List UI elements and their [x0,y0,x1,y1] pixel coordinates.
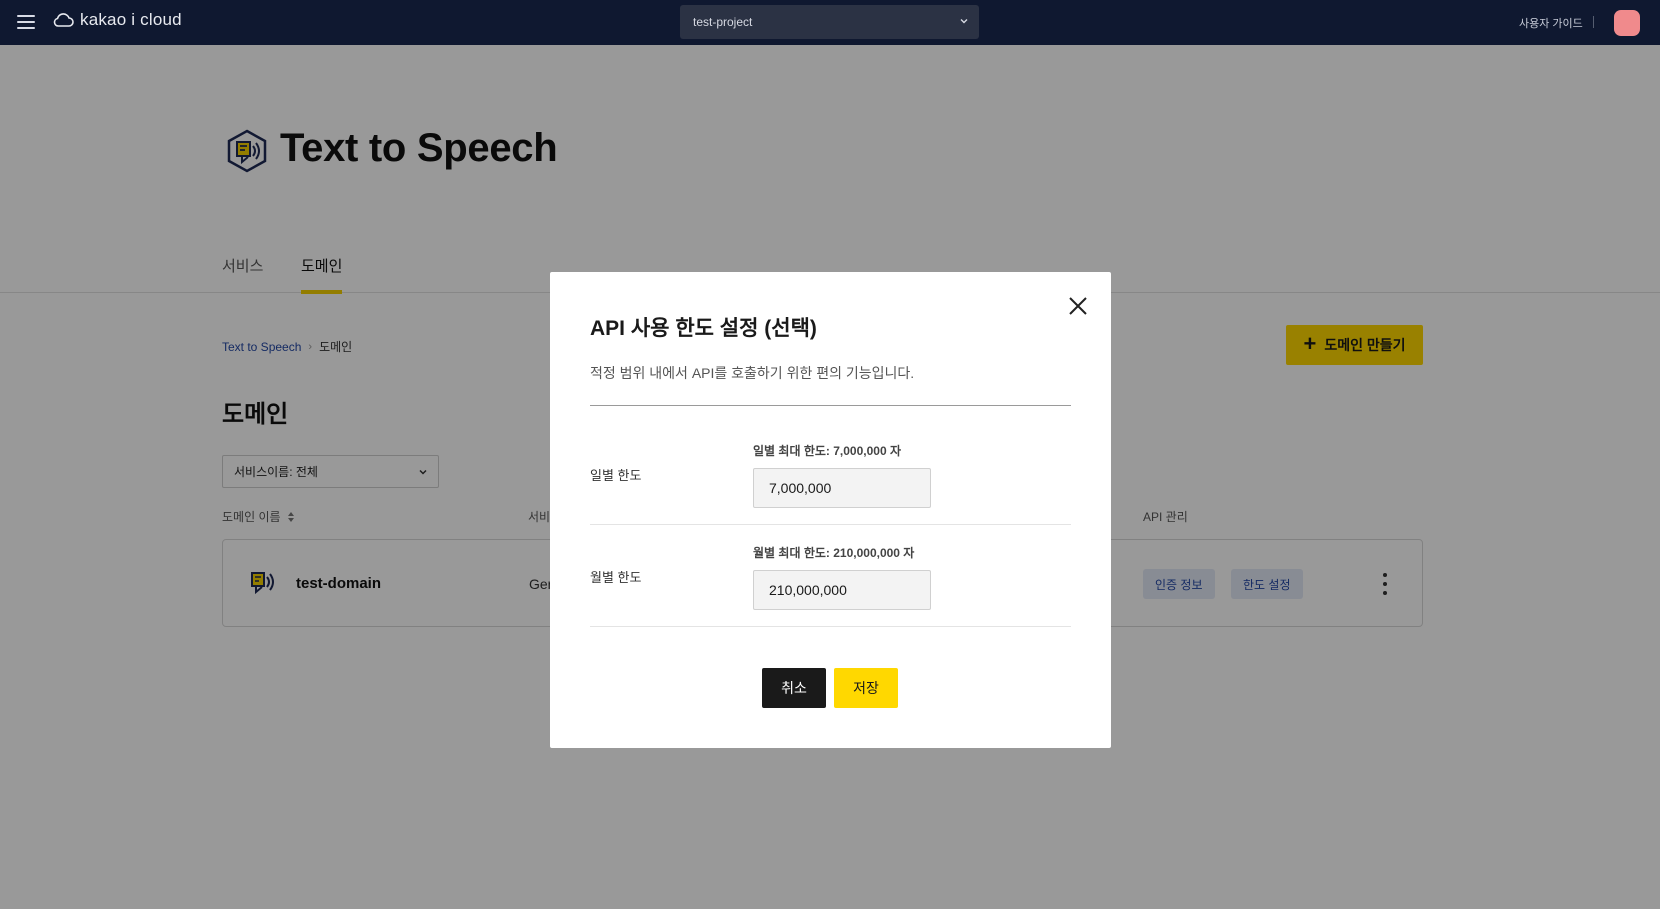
save-button[interactable]: 저장 [834,668,898,708]
modal-description: 적정 범위 내에서 API를 호출하기 위한 편의 기능입니다. [590,365,915,381]
menu-icon[interactable] [17,13,35,31]
modal-title: API 사용 한도 설정 (선택) [590,317,817,340]
topbar-divider [1593,16,1594,28]
daily-limit-hint: 일별 최대 한도: 7,000,000 자 [753,444,901,458]
chevron-down-icon [960,19,968,24]
monthly-limit-label: 월별 한도 [590,570,642,585]
daily-limit-input[interactable] [753,468,931,508]
user-guide-link[interactable]: 사용자 가이드 [1519,15,1583,31]
api-limit-modal: API 사용 한도 설정 (선택) 적정 범위 내에서 API를 호출하기 위한… [550,272,1111,748]
project-select-value: test-project [693,15,753,29]
divider [590,626,1071,627]
monthly-limit-hint: 월별 최대 한도: 210,000,000 자 [753,546,915,560]
close-icon[interactable] [1067,295,1089,317]
divider [590,524,1071,525]
brand-name: kakao i cloud [80,10,182,29]
daily-limit-label: 일별 한도 [590,468,642,483]
monthly-limit-input[interactable] [753,570,931,610]
divider [590,405,1071,406]
brand-logo[interactable]: kakao i cloud [52,10,182,30]
cancel-button[interactable]: 취소 [762,668,826,708]
cloud-icon [53,13,74,27]
project-select[interactable]: test-project [680,5,979,39]
top-navigation-bar: kakao i cloud test-project 사용자 가이드 [0,0,1660,45]
avatar[interactable] [1614,10,1640,36]
